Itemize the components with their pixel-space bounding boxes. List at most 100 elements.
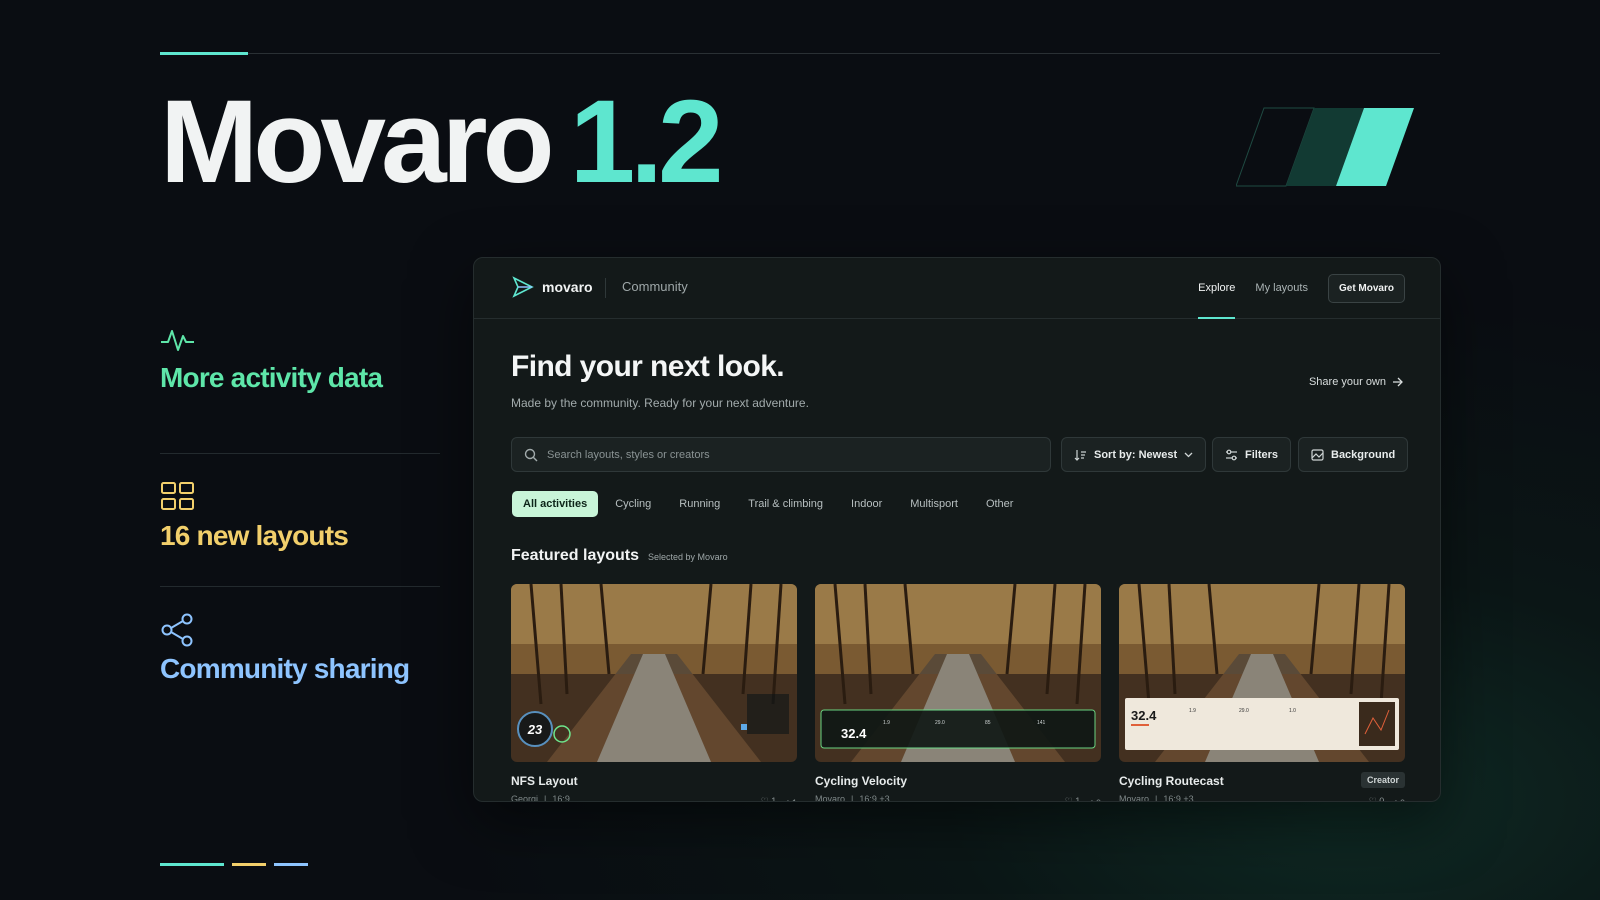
top-rule <box>160 53 1440 54</box>
featured-cards: 23 NFS Layout Georgi | 16:9 ♡ 1 ⭳ 1 <box>511 584 1405 802</box>
download-icon: ⭳ <box>1394 798 1397 801</box>
layout-card[interactable]: 32.4 1.9 29.0 1.0 Cycling Routecast Movaro… <box>1119 584 1405 802</box>
feature-label: 16 new layouts <box>160 520 349 551</box>
featured-subtitle: Selected by Movaro <box>648 552 728 562</box>
layout-meta: Movaro | 16:9 +3 <box>815 794 1101 802</box>
downloads-count: 0 <box>1400 798 1405 801</box>
svg-text:1.9: 1.9 <box>883 720 890 726</box>
layout-ratio: 16:9 +3 <box>1163 794 1194 802</box>
layout-author: Georgi <box>511 794 539 802</box>
layout-author: Movaro <box>815 794 846 802</box>
feature-new-layouts: 16 new layouts <box>160 453 440 586</box>
version-number: 1.2 <box>569 76 724 208</box>
sort-dropdown[interactable]: Sort by: Newest <box>1061 437 1207 472</box>
layout-stats: ♡ 1 ⭳ 1 <box>760 796 797 802</box>
bar-yellow <box>232 863 266 866</box>
creator-badge: Creator <box>1360 772 1405 788</box>
page-title: Find your next look. <box>511 350 785 383</box>
likes-count: 0 <box>1379 796 1385 802</box>
svg-text:1.9: 1.9 <box>1189 708 1196 714</box>
feature-label: Community sharing <box>160 653 410 684</box>
movaro-logo-icon <box>512 276 534 298</box>
feature-label: More activity data <box>160 362 383 393</box>
downloads: ⭳ 0 <box>1394 796 1405 801</box>
share-label: Share your own <box>1308 376 1386 388</box>
section-label[interactable]: Community <box>622 279 688 294</box>
activity-pulse-icon <box>161 330 194 351</box>
chip-other[interactable]: Other <box>975 491 1025 517</box>
downloads-count: 1 <box>792 798 797 801</box>
svg-text:85: 85 <box>985 720 991 726</box>
background-button[interactable]: Background <box>1298 437 1409 472</box>
nav-explore[interactable]: Explore <box>1198 273 1236 319</box>
likes[interactable]: ♡ 1 <box>760 796 777 802</box>
chip-indoor[interactable]: Indoor <box>840 491 893 517</box>
filters-button[interactable]: Filters <box>1212 437 1292 472</box>
featured-title: Featured layouts <box>511 547 640 564</box>
search-input[interactable] <box>547 448 1027 461</box>
heart-icon: ♡ <box>760 796 769 802</box>
layout-ratio: 16:9 +3 <box>859 794 890 802</box>
feature-list: More activity data 16 new layouts Commun… <box>160 320 440 719</box>
sort-label: Sort by: Newest <box>1094 448 1178 461</box>
hero-title: Movaro 1.2 <box>160 76 724 208</box>
feature-community-sharing: Community sharing <box>160 586 440 719</box>
chevron-down-icon <box>1184 452 1193 457</box>
layout-stats: ♡ 1 ⭳ 0 <box>1064 796 1101 802</box>
layout-name: NFS Layout <box>511 774 578 788</box>
layout-meta: Movaro | 16:9 +3 <box>1119 794 1405 802</box>
layout-thumbnail[interactable]: 23 <box>511 584 797 762</box>
chip-all-activities[interactable]: All activities <box>512 491 599 517</box>
likes-count: 1 <box>1075 796 1081 802</box>
chip-multisport[interactable]: Multisport <box>899 491 969 517</box>
get-movaro-button[interactable]: Get Movaro <box>1327 273 1405 303</box>
speed-readout: 32.4 <box>841 726 867 741</box>
layout-thumbnail[interactable]: 32.4 1.9 29.0 85 141 <box>815 584 1101 762</box>
top-nav: movaro Community Explore My layouts Get … <box>474 258 1440 319</box>
chip-trail-climbing[interactable]: Trail & climbing <box>737 491 834 517</box>
meta-separator: | <box>544 794 547 802</box>
nav-my-layouts[interactable]: My layouts <box>1255 273 1308 303</box>
image-icon <box>1311 448 1324 461</box>
search-box <box>511 437 1051 472</box>
svg-text:29.0: 29.0 <box>935 720 945 726</box>
bar-blue <box>274 863 308 866</box>
downloads-count: 0 <box>1096 798 1101 801</box>
share-your-own-link[interactable]: Share your own <box>1309 376 1404 388</box>
logo[interactable]: movaro <box>512 276 593 298</box>
layout-card[interactable]: 32.4 1.9 29.0 85 141 Cycling Velocity Movar… <box>815 584 1101 802</box>
chip-running[interactable]: Running <box>668 491 731 517</box>
heart-icon: ♡ <box>1368 796 1377 802</box>
nav-divider <box>605 278 606 298</box>
likes[interactable]: ♡ 0 <box>1368 796 1385 802</box>
feature-activity-data: More activity data <box>160 320 440 453</box>
speed-readout: 32.4 <box>1131 708 1157 723</box>
share-nodes-icon <box>161 613 193 647</box>
likes-count: 1 <box>771 796 777 802</box>
layout-ratio: 16:9 <box>552 794 570 802</box>
bar-green <box>160 863 224 866</box>
layout-card[interactable]: 23 NFS Layout Georgi | 16:9 ♡ 1 ⭳ 1 <box>511 584 797 802</box>
chip-cycling[interactable]: Cycling <box>604 491 662 517</box>
forest-road-image: 32.4 1.9 29.0 1.0 <box>1119 584 1405 762</box>
search-icon <box>524 448 538 461</box>
meta-separator: | <box>851 794 854 802</box>
activity-filter-chips: All activities Cycling Running Trail & c… <box>512 491 1024 517</box>
meta-separator: | <box>1155 794 1158 802</box>
bottom-color-bars <box>160 863 308 866</box>
downloads: ⭳ 1 <box>786 796 797 801</box>
svg-text:141: 141 <box>1037 720 1046 726</box>
nav-right: Explore My layouts Get Movaro <box>1198 273 1405 319</box>
background-label: Background <box>1331 448 1396 461</box>
svg-text:1.0: 1.0 <box>1289 708 1296 714</box>
speed-readout: 23 <box>527 722 543 737</box>
layout-author: Movaro <box>1119 794 1150 802</box>
page-subtitle: Made by the community. Ready for your ne… <box>511 396 809 410</box>
layout-thumbnail[interactable]: 32.4 1.9 29.0 1.0 <box>1119 584 1405 762</box>
logo-text: movaro <box>542 279 593 295</box>
layout-name: Cycling Velocity <box>815 774 908 788</box>
sort-icon <box>1074 449 1086 461</box>
likes[interactable]: ♡ 1 <box>1064 796 1081 802</box>
heart-icon: ♡ <box>1064 796 1073 802</box>
sliders-icon <box>1226 449 1237 460</box>
